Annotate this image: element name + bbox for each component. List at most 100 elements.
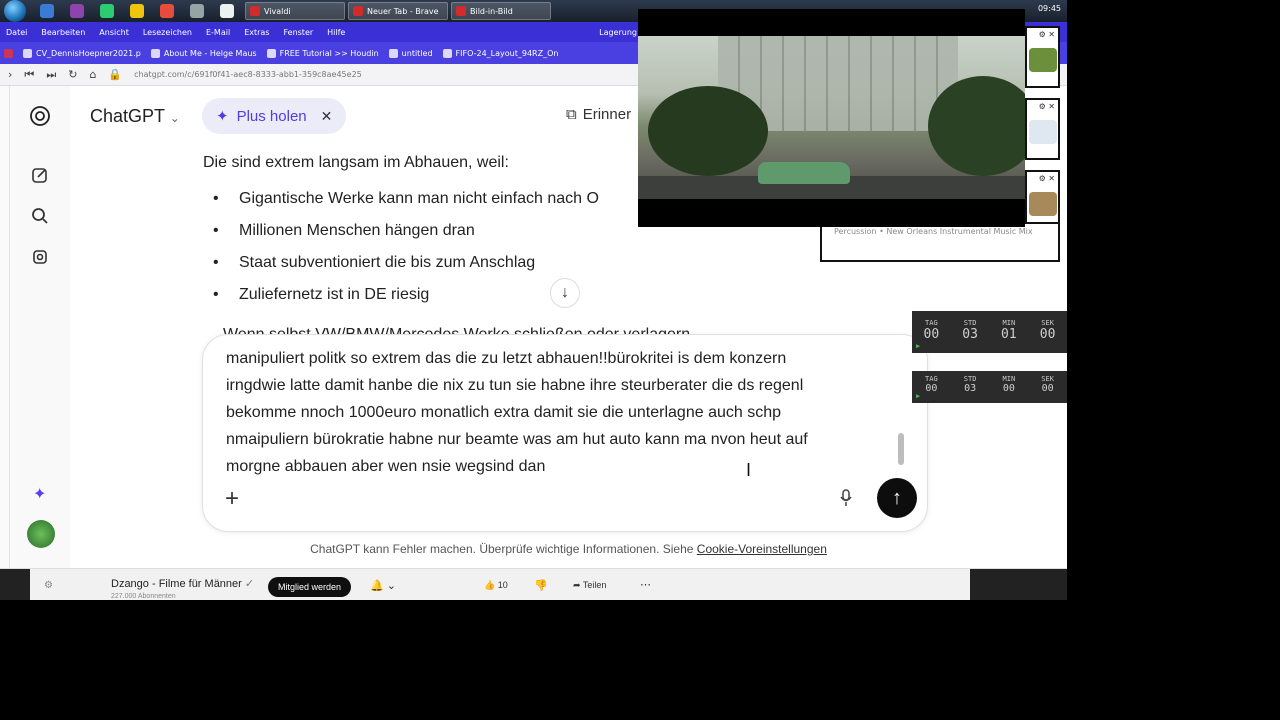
taskbar-task-vivaldi[interactable]: Vivaldi — [245, 2, 345, 20]
mini-player-window[interactable]: ⚙ ✕ — [1025, 26, 1060, 88]
thumbs-down-icon[interactable]: 👎 — [534, 579, 548, 592]
composer-scrollbar[interactable] — [897, 341, 905, 471]
taskbar-app-icon[interactable] — [100, 4, 114, 18]
url-field[interactable]: chatgpt.com/c/691f0f41-aec8-8333-abb1-35… — [134, 70, 362, 79]
forward-icon[interactable]: › — [8, 68, 12, 81]
close-icon[interactable]: ⚙ ✕ — [1039, 102, 1055, 111]
attach-plus-icon[interactable]: + — [225, 485, 239, 513]
menu-view[interactable]: Ansicht — [99, 28, 129, 37]
sparkle-icon: ✦ — [216, 108, 229, 125]
play-icon[interactable]: ▶ — [916, 342, 920, 350]
bookmark-item[interactable]: FIFO-24_Layout_94RZ_On — [442, 48, 559, 58]
task-label: Vivaldi — [264, 6, 291, 16]
lock-icon[interactable]: 🔒 — [108, 68, 122, 81]
bell-icon[interactable]: 🔔 ⌄ — [370, 579, 396, 592]
now-playing-panel[interactable]: Percussion • New Orleans Instrumental Mu… — [820, 222, 1060, 262]
taskbar-task-brave[interactable]: Neuer Tab - Brave — [348, 2, 448, 20]
menu-extras[interactable]: Extras — [244, 28, 269, 37]
like-button[interactable]: 👍 10 — [484, 580, 508, 591]
avatar[interactable] — [27, 520, 55, 548]
memory-button[interactable]: ⧉ Erinner — [566, 106, 631, 123]
message-composer[interactable]: manipuliert politk so extrem das die zu … — [202, 334, 928, 532]
taskbar-app-icon[interactable] — [40, 4, 54, 18]
dark-edge — [0, 569, 30, 600]
openai-logo-icon[interactable] — [28, 104, 52, 128]
timer-labels: TAG STD MIN SEK — [912, 311, 1067, 327]
taskbar-app-icon[interactable] — [190, 4, 204, 18]
scrollbar-thumb[interactable] — [898, 433, 904, 465]
gear-icon[interactable]: ⚙ — [44, 580, 53, 591]
video-thumbnail — [1029, 192, 1057, 216]
send-button[interactable]: ↑ — [877, 478, 917, 518]
picture-in-picture-video[interactable] — [638, 9, 1025, 227]
minute-value: 01 — [1001, 327, 1017, 342]
library-icon[interactable] — [28, 245, 52, 269]
arrow-up-icon: ↑ — [892, 486, 902, 509]
vivaldi-panel-strip — [0, 86, 10, 568]
bookmark-item[interactable]: untitled — [388, 48, 433, 58]
subscriber-count: 227.000 Abonnenten — [111, 593, 176, 600]
desktop-black-area — [1067, 0, 1280, 720]
memory-label: Erinner — [582, 106, 632, 123]
reload-icon[interactable]: ↻ — [68, 68, 77, 81]
menu-bookmarks[interactable]: Lesezeichen — [143, 28, 192, 37]
bookmark-label: untitled — [401, 48, 433, 58]
video-thumbnail — [1029, 120, 1057, 144]
mini-player-window[interactable]: ⚙ ✕ — [1025, 98, 1060, 160]
taskbar-task-pip[interactable]: Bild-in-Bild — [451, 2, 551, 20]
favicon-icon — [442, 48, 452, 58]
search-icon[interactable] — [28, 204, 52, 228]
channel-name[interactable]: Dzango - Filme für Männer ✓ — [111, 577, 254, 590]
sparkle-icon[interactable]: ✦ — [33, 484, 46, 503]
tray-clock[interactable]: 09:45 — [1038, 4, 1061, 13]
taskbar-app-icon[interactable] — [220, 4, 234, 18]
menu-window[interactable]: Fenster — [283, 28, 313, 37]
menu-edit[interactable]: Bearbeiten — [41, 28, 85, 37]
taskbar-app-icon[interactable] — [130, 4, 144, 18]
play-icon[interactable]: ▶ — [916, 392, 920, 400]
bookmark-item[interactable]: About Me - Helge Maus — [150, 48, 257, 58]
taskbar-app-icon[interactable] — [70, 4, 84, 18]
join-button[interactable]: Mitglied werden — [268, 577, 352, 597]
countdown-widget[interactable]: TAG STD MIN SEK 00 03 01 00 ▶ — [912, 311, 1067, 353]
bookmark-item[interactable]: CV_DennisHoepner2021.p — [23, 48, 141, 58]
home-icon[interactable]: ⌂ — [89, 68, 96, 81]
first-icon[interactable]: ⏮ — [24, 68, 34, 82]
close-icon[interactable]: ⚙ ✕ — [1039, 174, 1055, 183]
list-item: Millionen Menschen hängen dran — [213, 222, 599, 254]
last-icon[interactable]: ⏭ — [46, 68, 56, 82]
chatgpt-sidebar: ✦ — [10, 86, 70, 568]
bookmark-item[interactable]: FREE Tutorial >> Houdin — [266, 48, 379, 58]
countdown-widget[interactable]: TAG STD MIN SEK 00 03 00 00 ▶ — [912, 371, 1067, 403]
microphone-icon[interactable] — [839, 489, 853, 512]
menu-file[interactable]: Datei — [6, 28, 27, 37]
scroll-down-button[interactable]: ↓ — [550, 278, 580, 308]
prompt-textarea[interactable]: manipuliert politk so extrem das die zu … — [226, 345, 896, 480]
share-icon: ➦ — [573, 580, 581, 590]
close-icon[interactable]: ⚙ ✕ — [1039, 30, 1055, 39]
verified-icon: ✓ — [244, 578, 255, 590]
tree-shape — [648, 86, 768, 176]
more-icon[interactable]: ⋯ — [640, 578, 651, 591]
day-label: TAG — [925, 319, 938, 327]
tab-lagerung[interactable]: Lagerung — [599, 28, 637, 37]
brave-icon — [353, 6, 363, 16]
bookmark-label: About Me - Helge Maus — [163, 48, 257, 58]
day-value: 00 — [925, 383, 938, 394]
bookmark-label: FIFO-24_Layout_94RZ_On — [455, 48, 559, 58]
video-thumbnail — [1029, 48, 1057, 72]
menu-help[interactable]: Hilfe — [327, 28, 345, 37]
new-chat-icon[interactable] — [28, 163, 52, 187]
model-selector[interactable]: ChatGPT ⌄ — [90, 106, 180, 127]
favicon-icon — [266, 48, 276, 58]
plus-upgrade-button[interactable]: ✦ Plus holen ✕ — [202, 98, 347, 134]
menu-email[interactable]: E-Mail — [206, 28, 230, 37]
share-button[interactable]: ➦ Teilen — [573, 580, 606, 591]
start-button[interactable] — [4, 0, 26, 22]
hour-value: 03 — [962, 327, 978, 342]
bookmark-youtube-icon[interactable] — [4, 48, 13, 58]
taskbar-app-icon[interactable] — [160, 4, 174, 18]
close-icon[interactable]: ✕ — [321, 108, 333, 125]
tree-shape — [928, 76, 1025, 176]
cookie-settings-link[interactable]: Cookie-Voreinstellungen — [697, 542, 827, 556]
